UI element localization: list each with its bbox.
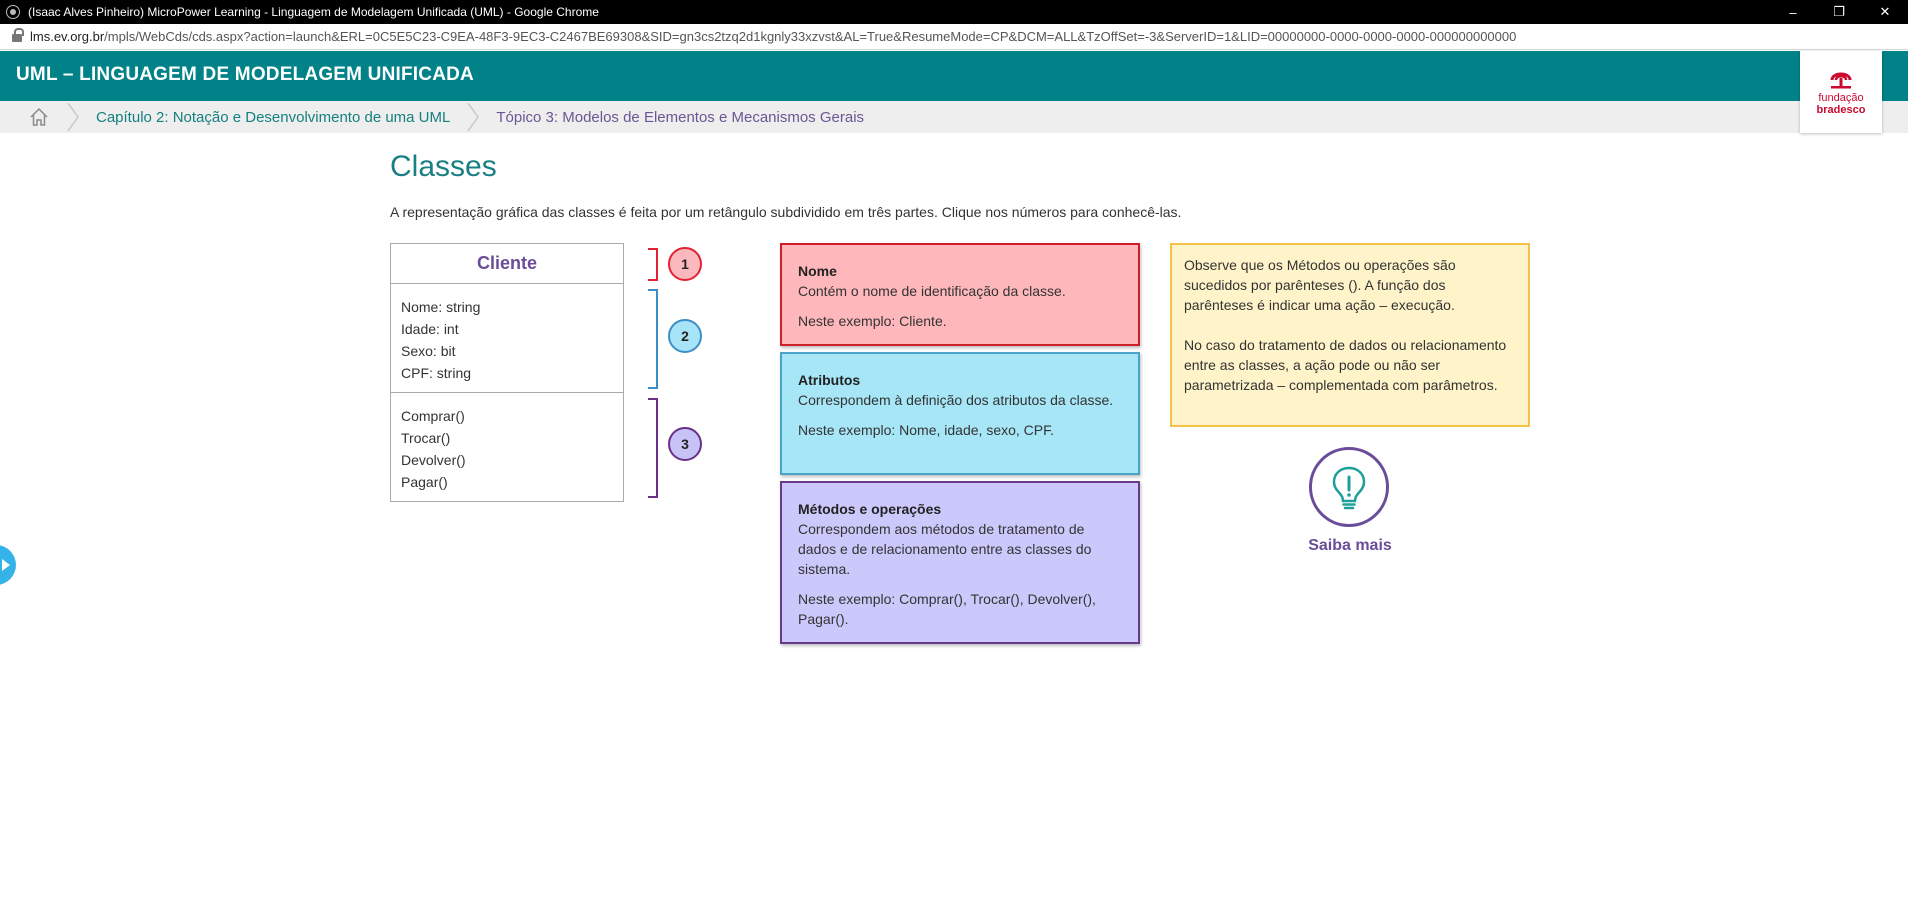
fundacao-bradesco-logo: fundação bradesco <box>1800 51 1882 133</box>
minimize-button[interactable]: – <box>1770 0 1816 24</box>
uml-class-diagram: Cliente Nome: string Idade: int Sexo: bi… <box>390 243 624 502</box>
chevron-right-icon <box>467 102 480 132</box>
info-box-metodos: Métodos e operações Correspondem aos mét… <box>780 481 1140 644</box>
note-paragraph-2: No caso do tratamento de dados ou relaci… <box>1184 337 1507 393</box>
page-title: Classes <box>390 150 497 183</box>
window-controls: – ❐ ✕ <box>1770 0 1908 24</box>
uml-attribute: Sexo: bit <box>401 343 456 359</box>
info-example: Neste exemplo: Nome, idade, sexo, CPF. <box>798 422 1055 438</box>
saiba-mais-label[interactable]: Saiba mais <box>1270 537 1430 555</box>
uml-class-name: Cliente <box>391 244 623 284</box>
info-example: Neste exemplo: Comprar(), Trocar(), Devo… <box>798 591 1096 627</box>
uml-operation: Comprar() <box>401 408 465 424</box>
logo-line-1: fundação <box>1818 92 1864 104</box>
breadcrumb-topic[interactable]: Tópico 3: Modelos de Elementos e Mecanis… <box>496 109 864 126</box>
arrow-right-icon <box>2 559 10 571</box>
saiba-mais-button[interactable] <box>1309 447 1389 527</box>
home-icon[interactable] <box>28 106 50 128</box>
url-path: /mpls/WebCds/cds.aspx?action=launch&ERL=… <box>104 29 1517 44</box>
info-example: Neste exemplo: Cliente. <box>798 313 947 329</box>
uml-operation: Devolver() <box>401 452 466 468</box>
info-heading: Atributos <box>798 372 861 388</box>
info-body: Correspondem aos métodos de tratamento d… <box>798 521 1092 577</box>
marker-2-button[interactable]: 2 <box>668 319 702 353</box>
uml-attribute: CPF: string <box>401 365 472 381</box>
close-button[interactable]: ✕ <box>1862 0 1908 24</box>
uml-operations: Comprar() Trocar() Devolver() Pagar() <box>391 393 623 493</box>
logo-line-2: bradesco <box>1816 104 1866 116</box>
logo-text: fundação bradesco <box>1817 92 1866 116</box>
uml-operation: Pagar() <box>401 474 448 490</box>
window-title: (Isaac Alves Pinheiro) MicroPower Learni… <box>28 5 599 19</box>
info-heading: Métodos e operações <box>798 501 942 517</box>
marker-3-button[interactable]: 3 <box>668 427 702 461</box>
address-bar[interactable]: lms.ev.org.br/mpls/WebCds/cds.aspx?actio… <box>0 24 1908 50</box>
info-body: Correspondem à definição dos atributos d… <box>798 392 1114 408</box>
bradesco-logo-icon <box>1830 72 1852 89</box>
chevron-right-icon <box>67 102 79 132</box>
intro-text: A representação gráfica das classes é fe… <box>390 204 1182 220</box>
uml-attribute: Idade: int <box>401 321 459 337</box>
side-menu-toggle[interactable] <box>0 545 16 585</box>
url-text[interactable]: lms.ev.org.br/mpls/WebCds/cds.aspx?actio… <box>30 29 1516 44</box>
uml-operation: Trocar() <box>401 430 451 446</box>
bracket-name <box>648 248 658 281</box>
chrome-icon <box>6 5 20 19</box>
note-box: Observe que os Métodos ou operações são … <box>1170 243 1530 427</box>
uml-attribute: Nome: string <box>401 299 481 315</box>
app-header: UML – LINGUAGEM DE MODELAGEM UNIFICADA <box>0 51 1908 101</box>
breadcrumb-chapter[interactable]: Capítulo 2: Notação e Desenvolvimento de… <box>96 109 450 126</box>
info-box-nome: Nome Contém o nome de identificação da c… <box>780 243 1140 346</box>
breadcrumb: Capítulo 2: Notação e Desenvolvimento de… <box>0 101 1908 133</box>
url-host: lms.ev.org.br <box>30 29 105 44</box>
info-body: Contém o nome de identificação da classe… <box>798 283 1066 299</box>
bracket-operations <box>648 398 658 498</box>
info-box-atributos: Atributos Correspondem à definição dos a… <box>780 352 1140 475</box>
uml-attributes: Nome: string Idade: int Sexo: bit CPF: s… <box>391 284 623 393</box>
info-heading: Nome <box>798 263 837 279</box>
course-title: UML – LINGUAGEM DE MODELAGEM UNIFICADA <box>16 64 474 85</box>
lightbulb-icon <box>1332 466 1366 510</box>
note-paragraph-1: Observe que os Métodos ou operações são … <box>1184 257 1456 313</box>
bracket-attributes <box>648 289 658 389</box>
window-titlebar: (Isaac Alves Pinheiro) MicroPower Learni… <box>0 0 1908 24</box>
restore-button[interactable]: ❐ <box>1816 0 1862 24</box>
lock-icon[interactable] <box>12 27 24 42</box>
marker-1-button[interactable]: 1 <box>668 247 702 281</box>
